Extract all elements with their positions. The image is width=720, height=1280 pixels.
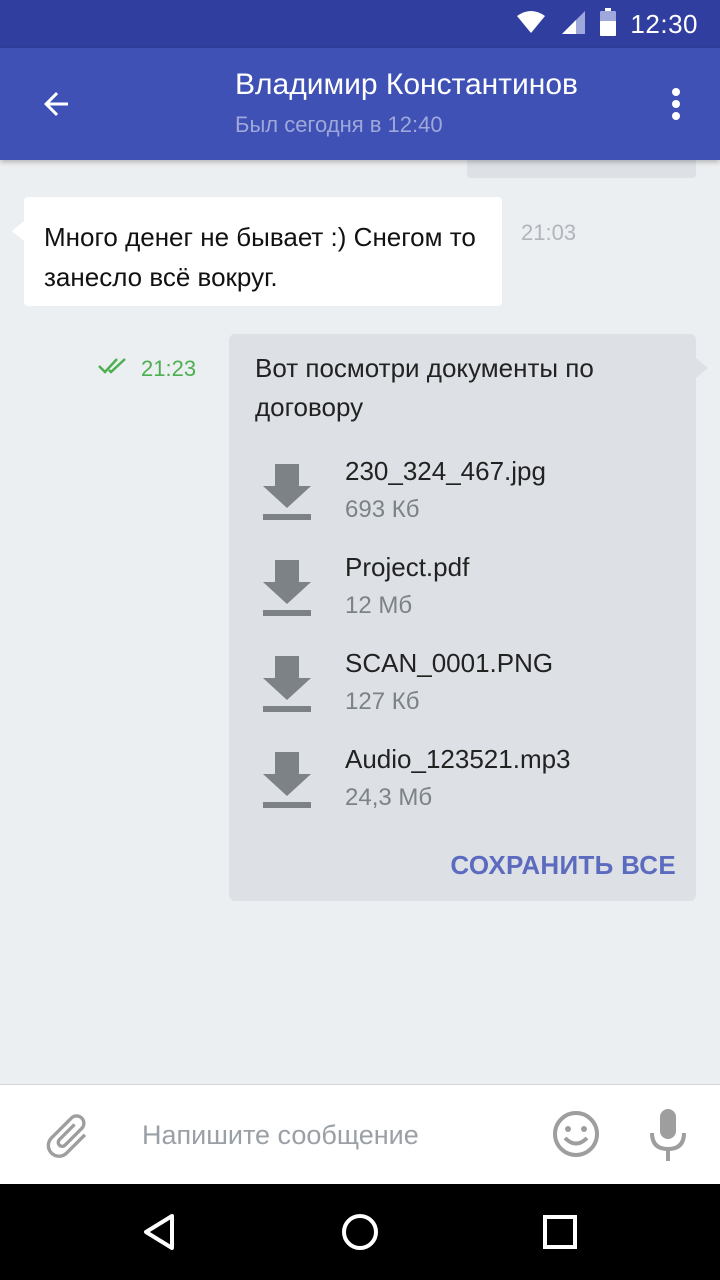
arrow-back-icon[interactable]	[28, 76, 84, 132]
contact-name[interactable]: Владимир Константинов	[235, 68, 578, 102]
file-attachment[interactable]: Audio_123521.mp3 24,3 Мб	[229, 744, 696, 840]
wifi-icon	[516, 10, 546, 39]
outgoing-message-status: 21:23	[97, 356, 196, 382]
incoming-message-text: Много денег не бывает :) Снегом то занес…	[44, 222, 476, 292]
nav-back-icon[interactable]	[130, 1202, 190, 1262]
download-icon[interactable]	[259, 748, 315, 812]
file-name: Audio_123521.mp3	[345, 744, 571, 774]
battery-icon	[600, 7, 617, 41]
more-vert-icon[interactable]	[652, 76, 700, 132]
save-all-button[interactable]: СОХРАНИТЬ ВСЕ	[450, 850, 676, 881]
message-input[interactable]	[142, 1115, 522, 1155]
chat-area[interactable]: Много денег не бывает :) Снегом то занес…	[0, 160, 720, 1084]
previous-message-bubble	[467, 160, 696, 178]
outgoing-message-text: Вот посмотри документы по договору	[255, 353, 594, 422]
incoming-message[interactable]: Много денег не бывает :) Снегом то занес…	[12, 197, 502, 306]
mic-icon[interactable]	[644, 1105, 692, 1165]
file-name: Project.pdf	[345, 552, 470, 582]
paperclip-icon[interactable]	[40, 1109, 94, 1163]
last-seen: Был сегодня в 12:40	[235, 112, 443, 137]
nav-recents-icon[interactable]	[530, 1202, 590, 1262]
file-name: 230_324_467.jpg	[345, 456, 546, 486]
download-icon[interactable]	[259, 652, 315, 716]
status-icons: 12:30	[516, 0, 698, 48]
file-size: 693 Кб	[345, 496, 420, 523]
message-input-bar	[0, 1084, 720, 1184]
file-size: 127 Кб	[345, 688, 420, 715]
nav-home-icon[interactable]	[330, 1202, 390, 1262]
emoji-icon[interactable]	[549, 1107, 603, 1161]
outgoing-message[interactable]: Вот посмотри документы по договору 230_3…	[229, 334, 708, 901]
app-bar: Владимир Константинов Был сегодня в 12:4…	[0, 48, 720, 160]
file-name: SCAN_0001.PNG	[345, 648, 554, 678]
signal-icon	[560, 9, 586, 40]
outgoing-message-time: 21:23	[141, 356, 197, 381]
download-icon[interactable]	[259, 460, 315, 524]
file-attachment[interactable]: Project.pdf 12 Мб	[229, 552, 696, 648]
file-size: 24,3 Мб	[345, 784, 433, 811]
file-attachment[interactable]: SCAN_0001.PNG 127 Кб	[229, 648, 696, 744]
system-nav-bar	[0, 1184, 720, 1280]
double-check-icon	[97, 356, 131, 382]
file-size: 12 Мб	[345, 592, 413, 619]
incoming-message-time: 21:03	[521, 220, 577, 245]
download-icon[interactable]	[259, 556, 315, 620]
file-attachment[interactable]: 230_324_467.jpg 693 Кб	[229, 456, 696, 552]
status-bar: 12:30	[0, 0, 720, 48]
status-time: 12:30	[630, 8, 698, 39]
